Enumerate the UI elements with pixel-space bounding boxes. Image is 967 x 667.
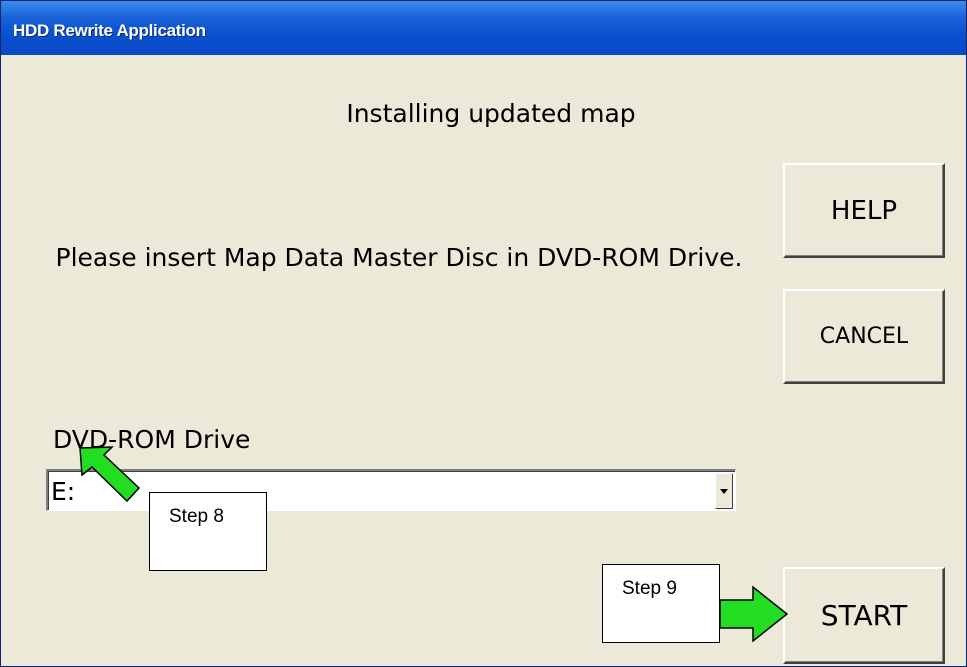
cancel-button[interactable]: CANCEL	[783, 289, 945, 384]
dialog-body: Installing updated map Please insert Map…	[1, 55, 966, 666]
start-button[interactable]: START	[783, 567, 945, 664]
step-9-label: Step 9	[622, 578, 677, 599]
instruction-message: Please insert Map Data Master Disc in DV…	[55, 243, 743, 272]
step-8-callout: Step 8	[149, 492, 267, 571]
drive-select-value: E:	[51, 477, 76, 506]
window-title: HDD Rewrite Application	[13, 21, 206, 40]
help-button[interactable]: HELP	[783, 163, 945, 258]
step-8-label: Step 8	[169, 506, 224, 527]
drive-select-dropdown-button[interactable]	[715, 473, 733, 509]
chevron-down-icon	[720, 488, 728, 494]
title-bar[interactable]: HDD Rewrite Application	[1, 1, 966, 55]
application-window: HDD Rewrite Application Installing updat…	[0, 0, 967, 667]
step-9-callout: Step 9	[602, 564, 720, 643]
drive-select-label: DVD-ROM Drive	[53, 425, 251, 454]
arrow-right-icon	[719, 585, 789, 643]
page-title: Installing updated map	[346, 99, 636, 128]
